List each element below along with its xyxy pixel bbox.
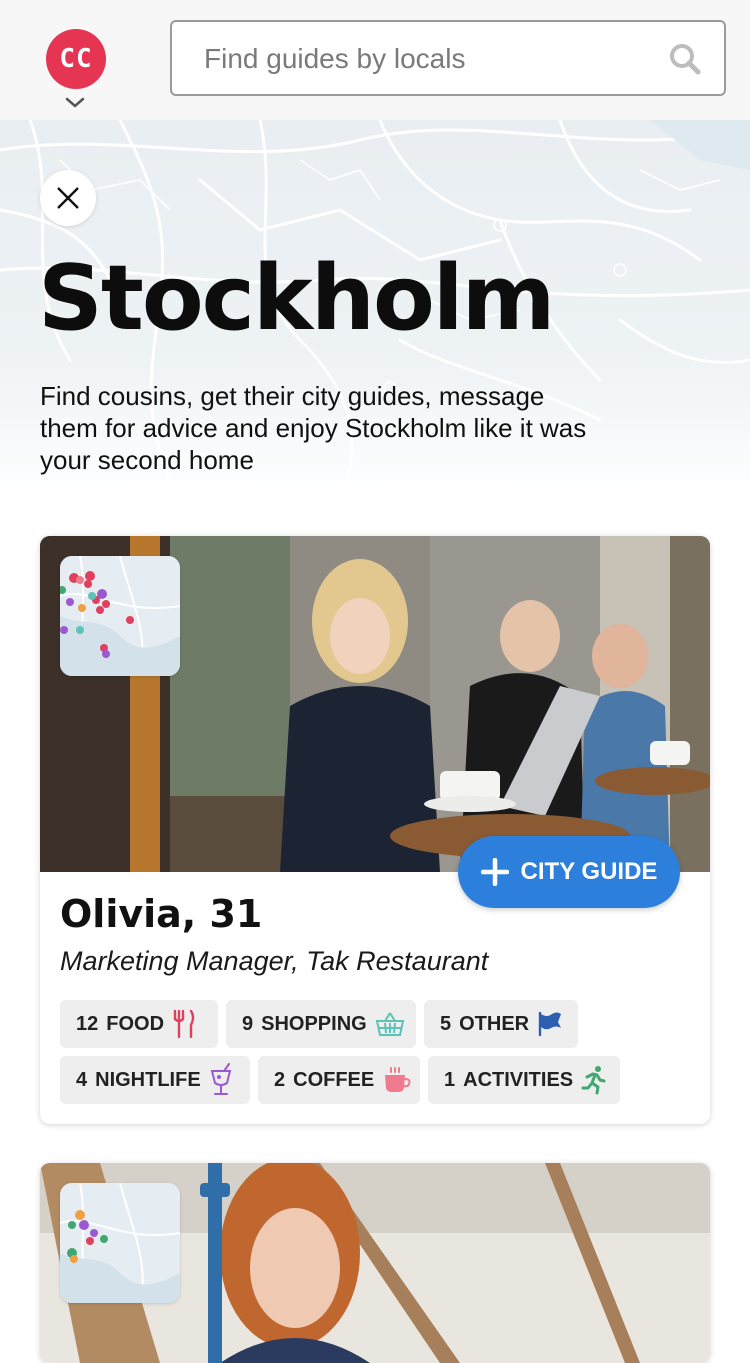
tag-count: 12 [76, 1012, 99, 1035]
city-guide-button[interactable]: CITY GUIDE [458, 836, 680, 908]
tag-nightlife[interactable]: 4 NIGHTLIFE [60, 1056, 250, 1104]
flag-icon [538, 1011, 562, 1037]
profile-photo [40, 1163, 710, 1363]
search-box[interactable] [170, 20, 726, 96]
guide-author-role: Marketing Manager, Tak Restaurant [60, 946, 489, 976]
tag-label: COFFEE [293, 1068, 375, 1091]
cocktail-icon [210, 1063, 231, 1095]
coffee-cup-icon [385, 1067, 411, 1092]
basket-icon [375, 1012, 404, 1036]
close-icon [57, 187, 79, 209]
tag-count: 9 [242, 1012, 254, 1035]
city-description: Find cousins, get their city guides, mes… [40, 381, 587, 475]
tag-label: ACTIVITIES [463, 1068, 574, 1091]
guide-map-thumbnail[interactable] [60, 1183, 180, 1303]
guide-card[interactable]: CITY GUIDE Olivia, 31 Marketing Manager,… [40, 536, 710, 1124]
city-guide-label: CITY GUIDE [520, 858, 658, 885]
plus-icon [480, 858, 509, 886]
tag-shopping[interactable]: 9 SHOPPING [226, 1000, 416, 1048]
tag-label: NIGHTLIFE [95, 1068, 201, 1091]
top-bar: CC [0, 0, 750, 120]
search-input[interactable] [202, 22, 646, 96]
tag-count: 4 [76, 1068, 88, 1091]
tag-count: 5 [440, 1012, 452, 1035]
tag-activities[interactable]: 1 ACTIVITIES [428, 1056, 620, 1104]
tag-coffee[interactable]: 2 COFFEE [258, 1056, 420, 1104]
app-logo[interactable]: CC [46, 29, 106, 89]
tag-label: OTHER [459, 1012, 530, 1035]
tag-label: SHOPPING [261, 1012, 367, 1035]
page-title: Stockholm [38, 246, 555, 351]
tag-count: 2 [274, 1068, 286, 1091]
chevron-down-icon[interactable] [64, 96, 86, 110]
close-button[interactable] [40, 170, 96, 226]
tag-label: FOOD [106, 1012, 165, 1035]
profile-photo [40, 536, 710, 872]
running-person-icon [581, 1066, 606, 1095]
tag-count: 1 [444, 1068, 456, 1091]
tag-other[interactable]: 5 OTHER [424, 1000, 578, 1048]
guide-map-thumbnail[interactable] [60, 556, 180, 676]
fork-knife-icon [173, 1009, 195, 1039]
guide-card[interactable] [40, 1163, 710, 1363]
guide-author-name: Olivia, 31 [60, 892, 263, 936]
search-icon[interactable] [668, 42, 702, 76]
tag-food[interactable]: 12 FOOD [60, 1000, 218, 1048]
